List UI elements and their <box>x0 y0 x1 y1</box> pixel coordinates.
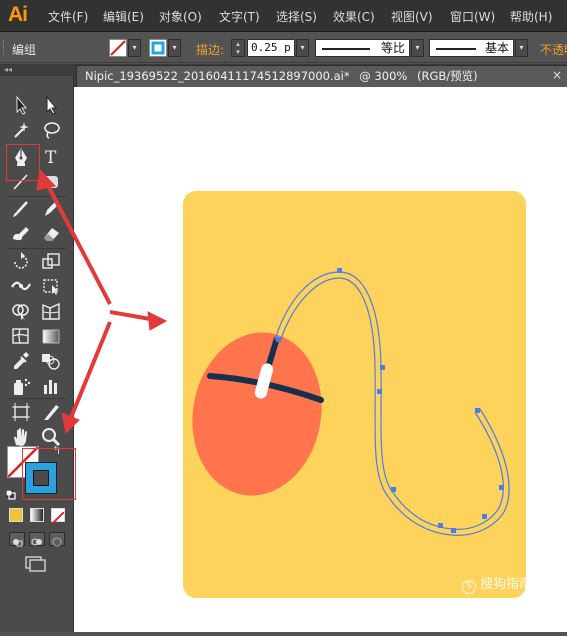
rotate-tool-icon[interactable] <box>9 250 33 272</box>
blend-tool-icon[interactable] <box>39 350 63 372</box>
slice-tool-icon[interactable] <box>39 401 63 423</box>
control-bar: 编组 ▾ ▾ 描边: ▴▾ 0.25 p ▾ 等比 ▾ 基本 ▾ 不透明 <box>0 33 567 63</box>
perspective-grid-tool-icon[interactable] <box>39 300 63 322</box>
document-tab-bar: Nipic_19369522_20160411174512897000.ai* … <box>74 64 567 87</box>
anchor-point[interactable] <box>380 365 385 370</box>
scale-tool-icon[interactable] <box>39 250 63 272</box>
anchor-point[interactable] <box>482 514 487 519</box>
anchor-point[interactable] <box>377 389 382 394</box>
selection-type-label: 编组 <box>12 43 37 57</box>
anchor-point[interactable] <box>475 408 480 413</box>
variable-width-dropdown[interactable]: ▾ <box>411 39 424 57</box>
anchor-point[interactable] <box>451 528 456 533</box>
draw-normal-icon[interactable] <box>9 532 25 547</box>
app-logo: Ai <box>8 3 28 26</box>
tools-divider <box>8 248 66 249</box>
watermark: S 搜狗指南 <box>462 573 532 594</box>
menu-help[interactable]: 帮助(H) <box>510 8 552 25</box>
selection-tool-icon[interactable] <box>9 94 33 116</box>
none-mode-button[interactable] <box>51 508 65 525</box>
gradient-mode-button[interactable] <box>30 508 44 522</box>
fill-dropdown[interactable]: ▾ <box>128 39 141 57</box>
menu-edit[interactable]: 编辑(E) <box>103 8 144 25</box>
eraser-tool-icon[interactable] <box>39 223 63 245</box>
color-mode-button[interactable] <box>9 508 23 522</box>
menu-select[interactable]: 选择(S) <box>276 8 317 25</box>
stroke-weight-input[interactable]: 0.25 p <box>247 39 295 57</box>
document-zoom: @ 300% <box>359 69 408 83</box>
opacity-label[interactable]: 不透明 <box>540 41 567 58</box>
fill-color-swatch[interactable] <box>109 39 127 57</box>
shape-builder-tool-icon[interactable] <box>9 300 33 322</box>
stroke-dropdown[interactable]: ▾ <box>168 39 181 57</box>
menu-type[interactable]: 文字(T) <box>219 8 260 25</box>
watermark-text: 搜狗指南 <box>480 577 533 592</box>
no-fill-icon <box>51 511 65 525</box>
tools-divider <box>8 398 66 399</box>
symbol-sprayer-tool-icon[interactable] <box>9 375 33 397</box>
draw-inside-icon[interactable] <box>49 532 65 547</box>
menu-effect[interactable]: 效果(C) <box>333 8 375 25</box>
pen-tool-highlight <box>6 144 40 181</box>
gradient-tool-icon[interactable] <box>39 325 63 347</box>
document-color-mode: (RGB/预览) <box>417 69 478 83</box>
stroke-weight-spinner[interactable]: ▴ ▾ <box>231 39 245 57</box>
magic-wand-tool-icon[interactable] <box>9 119 33 141</box>
stroke-weight-dropdown[interactable]: ▾ <box>296 39 309 57</box>
direct-selection-tool-icon[interactable] <box>39 94 63 116</box>
close-icon[interactable]: × <box>552 68 562 82</box>
canvas[interactable] <box>74 87 567 632</box>
menu-object[interactable]: 对象(O) <box>159 8 202 25</box>
brush-definition-label: 基本 <box>484 41 509 55</box>
no-fill-icon <box>110 40 126 56</box>
lasso-tool-icon[interactable] <box>39 119 63 141</box>
draw-behind-icon[interactable] <box>29 532 45 546</box>
menu-file[interactable]: 文件(F) <box>48 8 88 25</box>
paintbrush-tool-icon[interactable] <box>9 198 33 220</box>
profile-line-preview <box>322 48 370 50</box>
anchor-point[interactable] <box>499 485 504 490</box>
rectangle-tool-icon[interactable] <box>39 171 63 193</box>
stroke-color-swatch[interactable] <box>149 39 167 57</box>
anchor-point[interactable] <box>438 523 443 528</box>
tools-panel-collapse[interactable]: ◂◂ <box>0 64 74 76</box>
stroke-label[interactable]: 描边: <box>196 41 224 58</box>
eyedropper-tool-icon[interactable] <box>9 350 33 372</box>
anchor-point[interactable] <box>276 337 281 342</box>
brush-definition[interactable]: 基本 <box>429 39 514 57</box>
document-filename: Nipic_19369522_20160411174512897000.ai* <box>85 69 350 83</box>
artboard-tool-icon[interactable] <box>9 401 33 423</box>
tools-divider <box>8 196 66 197</box>
menu-view[interactable]: 视图(V) <box>391 8 433 25</box>
type-tool-icon[interactable]: T <box>39 146 63 168</box>
sogou-logo-icon: S <box>462 580 476 594</box>
variable-width-label: 等比 <box>380 41 405 55</box>
anchor-point[interactable] <box>337 268 342 273</box>
mesh-tool-icon[interactable] <box>9 325 33 347</box>
default-fill-stroke-icon[interactable] <box>5 485 16 500</box>
menu-window[interactable]: 窗口(W) <box>450 8 495 25</box>
svg-text:T: T <box>45 148 57 168</box>
free-transform-tool-icon[interactable] <box>39 275 63 297</box>
document-tab[interactable]: Nipic_19369522_20160411174512897000.ai* … <box>76 65 567 87</box>
menu-bar: Ai 文件(F) 编辑(E) 对象(O) 文字(T) 选择(S) 效果(C) 视… <box>0 0 567 32</box>
column-graph-tool-icon[interactable] <box>39 375 63 397</box>
stroke-swatch-icon <box>151 41 165 55</box>
pencil-tool-icon[interactable] <box>39 198 63 220</box>
hand-tool-icon[interactable] <box>9 426 33 448</box>
variable-width-profile[interactable]: 等比 <box>315 39 410 57</box>
artwork <box>183 191 526 598</box>
width-tool-icon[interactable] <box>9 275 33 297</box>
control-bar-grip[interactable] <box>3 40 6 56</box>
anchor-point[interactable] <box>391 487 396 492</box>
screen-mode-icon[interactable] <box>24 554 48 572</box>
stroke-swatch-highlight <box>22 448 76 500</box>
brush-line-preview <box>436 48 476 50</box>
blob-brush-tool-icon[interactable] <box>9 223 33 245</box>
brush-definition-dropdown[interactable]: ▾ <box>515 39 528 57</box>
